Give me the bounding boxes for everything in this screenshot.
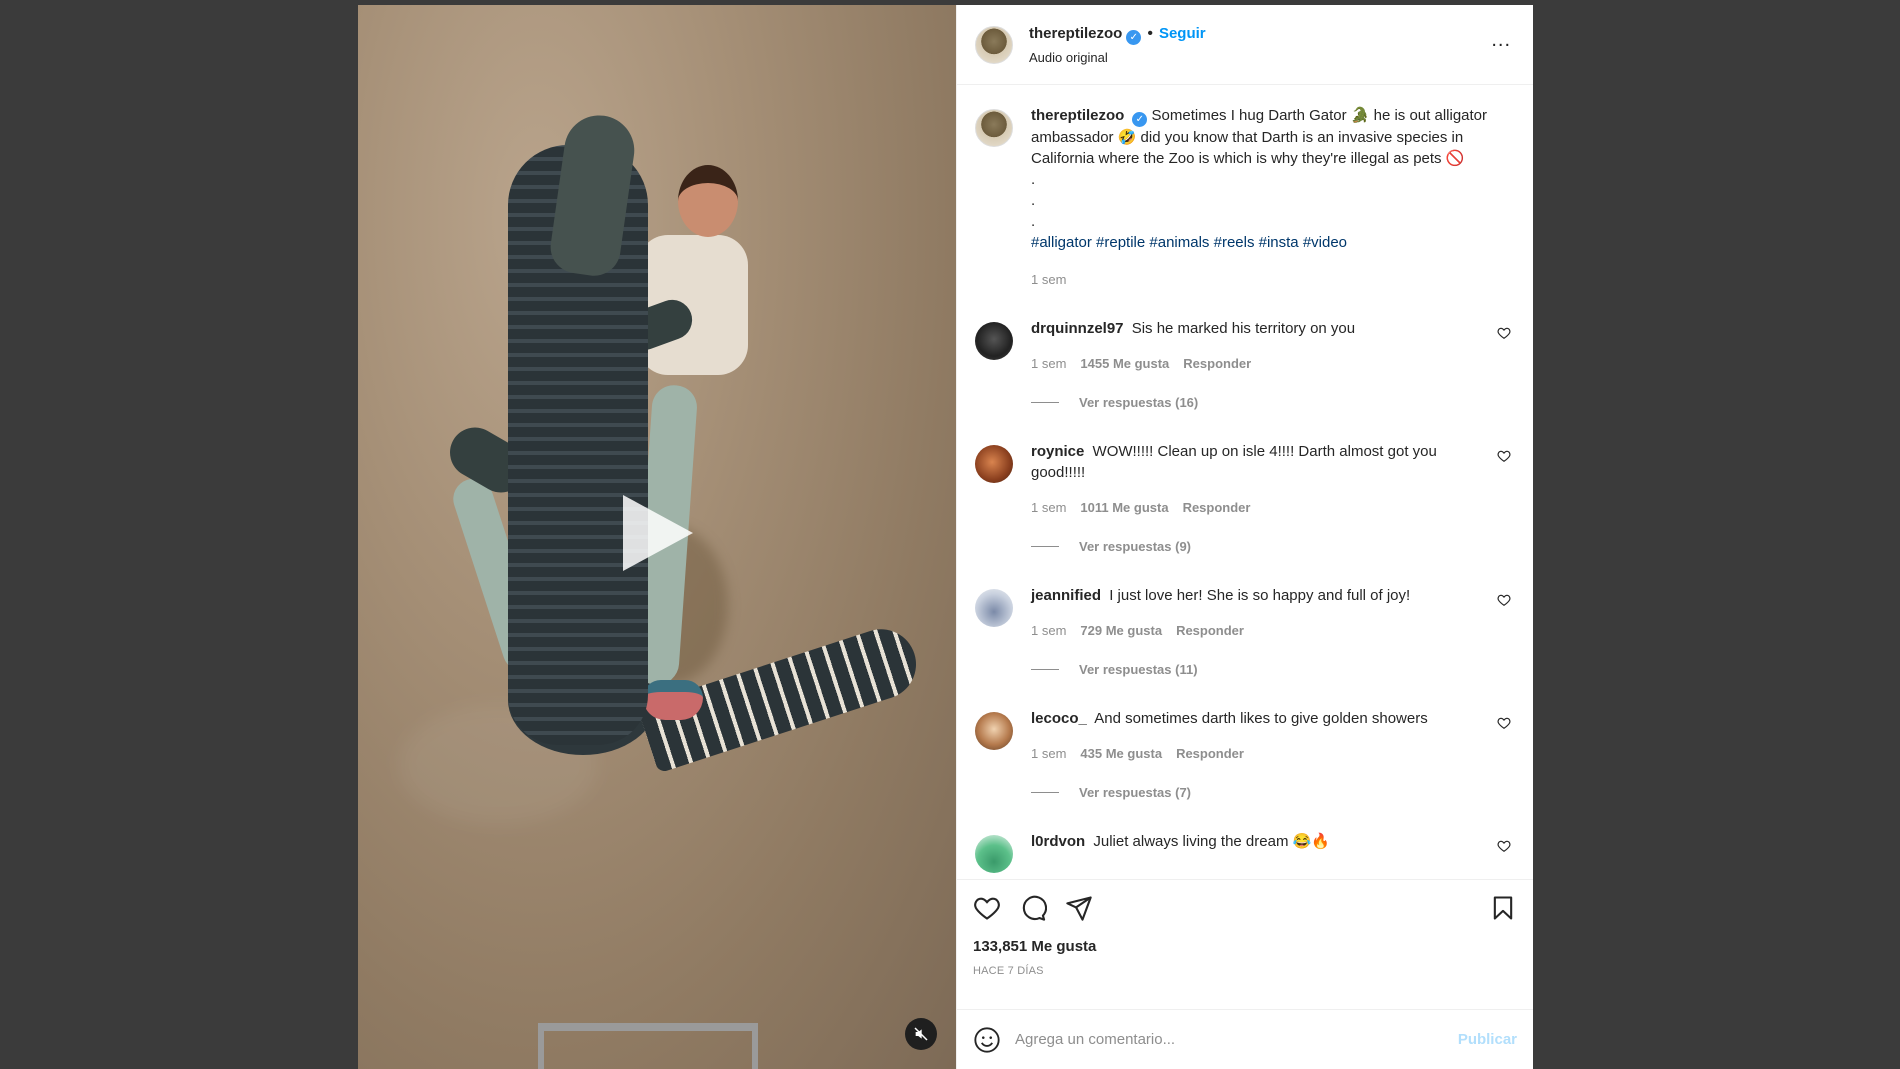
view-replies-label: Ver respuestas (11)	[1079, 662, 1198, 677]
play-icon[interactable]	[623, 495, 693, 571]
post-modal: thereptilezoo ✓ • Seguir Audio original ...…	[358, 5, 1533, 1069]
post-header: thereptilezoo ✓ • Seguir Audio original ...	[957, 5, 1533, 85]
post-actions: 133,851 Me gusta HACE 7 DÍAS	[957, 879, 1533, 1009]
more-options-icon[interactable]: ...	[1491, 30, 1511, 50]
avatar[interactable]	[975, 25, 1013, 64]
comment-like-heart-icon[interactable]	[1497, 839, 1511, 853]
avatar[interactable]	[975, 835, 1013, 873]
audio-label[interactable]: Audio original	[1029, 50, 1206, 65]
comment-item: l0rdvon Juliet always living the dream 😂…	[975, 831, 1517, 873]
comment-text: I just love her! She is so happy and ful…	[1109, 587, 1411, 604]
comment-username[interactable]: roynice	[1031, 443, 1084, 460]
comment-like-heart-icon[interactable]	[1497, 449, 1511, 463]
reply-button[interactable]: Responder	[1183, 497, 1251, 518]
post-time-ago: HACE 7 DÍAS	[973, 965, 1044, 977]
comment-item: roynice WOW!!!!! Clean up on isle 4!!!! …	[975, 441, 1517, 557]
caption-time: 1 sem	[1031, 272, 1067, 287]
comment-item: jeannified I just love her! She is so ha…	[975, 585, 1517, 680]
view-replies-label: Ver respuestas (9)	[1079, 539, 1192, 554]
view-replies-button[interactable]: Ver respuestas (16)	[1031, 392, 1487, 413]
reply-button[interactable]: Responder	[1183, 353, 1251, 374]
caption-dot: .	[1031, 171, 1036, 188]
heart-icon[interactable]	[973, 894, 1001, 922]
publish-button[interactable]: Publicar	[1458, 1031, 1517, 1048]
replies-divider	[1031, 792, 1059, 793]
caption: thereptilezoo ✓ Sometimes I hug Darth Gat…	[975, 105, 1517, 290]
caption-username[interactable]: thereptilezoo	[1031, 107, 1124, 124]
author-username[interactable]: thereptilezoo	[1029, 25, 1122, 42]
verified-badge-icon: ✓	[1132, 112, 1148, 127]
avatar[interactable]	[975, 589, 1013, 627]
person-shoe	[643, 680, 703, 720]
comment-username[interactable]: l0rdvon	[1031, 833, 1085, 850]
comment-time: 1 sem	[1031, 356, 1067, 371]
person-head	[678, 165, 738, 237]
comment-text: WOW!!!!! Clean up on isle 4!!!! Darth al…	[1031, 443, 1437, 481]
replies-divider	[1031, 669, 1059, 670]
replies-divider	[1031, 402, 1059, 403]
smiley-icon[interactable]	[973, 1026, 1001, 1054]
comment-like-heart-icon[interactable]	[1497, 716, 1511, 730]
comment-time: 1 sem	[1031, 500, 1067, 515]
view-replies-button[interactable]: Ver respuestas (9)	[1031, 536, 1487, 557]
comment-like-heart-icon[interactable]	[1497, 593, 1511, 607]
comment-composer: Publicar	[957, 1009, 1533, 1069]
comment-username[interactable]: jeannified	[1031, 587, 1101, 604]
avatar[interactable]	[975, 712, 1013, 750]
view-replies-label: Ver respuestas (16)	[1079, 395, 1199, 410]
paper-plane-icon[interactable]	[1065, 894, 1093, 922]
replies-divider	[1031, 546, 1059, 547]
caption-dot: .	[1031, 192, 1036, 209]
reply-button[interactable]: Responder	[1176, 620, 1244, 641]
avatar[interactable]	[975, 322, 1013, 360]
comment-text: Sis he marked his territory on you	[1131, 320, 1356, 337]
comment-text: And sometimes darth likes to give golden…	[1094, 710, 1428, 727]
verified-badge-icon: ✓	[1126, 29, 1142, 45]
comment-bubble-icon[interactable]	[1019, 894, 1047, 922]
comment-item: drquinnzel97 Sis he marked his territory…	[975, 318, 1517, 413]
comment-username[interactable]: lecoco_	[1031, 710, 1087, 727]
caption-hashtags[interactable]: #alligator #reptile #animals #reels #ins…	[1031, 232, 1487, 253]
comment-likes[interactable]: 1455 Me gusta	[1080, 353, 1169, 374]
comment-text: Juliet always living the dream 😂🔥	[1093, 833, 1330, 850]
comment-username[interactable]: drquinnzel97	[1031, 320, 1124, 337]
view-replies-label: Ver respuestas (7)	[1079, 785, 1192, 800]
comments-list[interactable]: thereptilezoo ✓ Sometimes I hug Darth Gat…	[957, 85, 1533, 879]
comment-time: 1 sem	[1031, 746, 1067, 761]
muted-speaker-icon[interactable]	[905, 1018, 937, 1050]
reply-button[interactable]: Responder	[1176, 743, 1244, 764]
view-replies-button[interactable]: Ver respuestas (11)	[1031, 659, 1487, 680]
comment-likes[interactable]: 729 Me gusta	[1080, 620, 1162, 641]
bookmark-icon[interactable]	[1489, 894, 1517, 922]
comment-time: 1 sem	[1031, 623, 1067, 638]
comment-likes[interactable]: 1011 Me gusta	[1080, 497, 1168, 518]
comment-likes[interactable]: 435 Me gusta	[1080, 743, 1162, 764]
follow-button[interactable]: Seguir	[1159, 25, 1206, 42]
comment-like-heart-icon[interactable]	[1497, 326, 1511, 340]
video-player[interactable]	[358, 5, 956, 1069]
likes-count[interactable]: 133,851 Me gusta	[973, 938, 1517, 955]
view-replies-button[interactable]: Ver respuestas (7)	[1031, 782, 1487, 803]
comment-input[interactable]	[1015, 1031, 1458, 1048]
avatar[interactable]	[975, 445, 1013, 483]
separator-dot: •	[1147, 24, 1153, 42]
comment-item: lecoco_ And sometimes darth likes to giv…	[975, 708, 1517, 803]
avatar[interactable]	[975, 109, 1013, 147]
ladder	[538, 1023, 758, 1069]
caption-dot: .	[1031, 213, 1036, 230]
post-side-panel: thereptilezoo ✓ • Seguir Audio original ...…	[956, 5, 1533, 1069]
